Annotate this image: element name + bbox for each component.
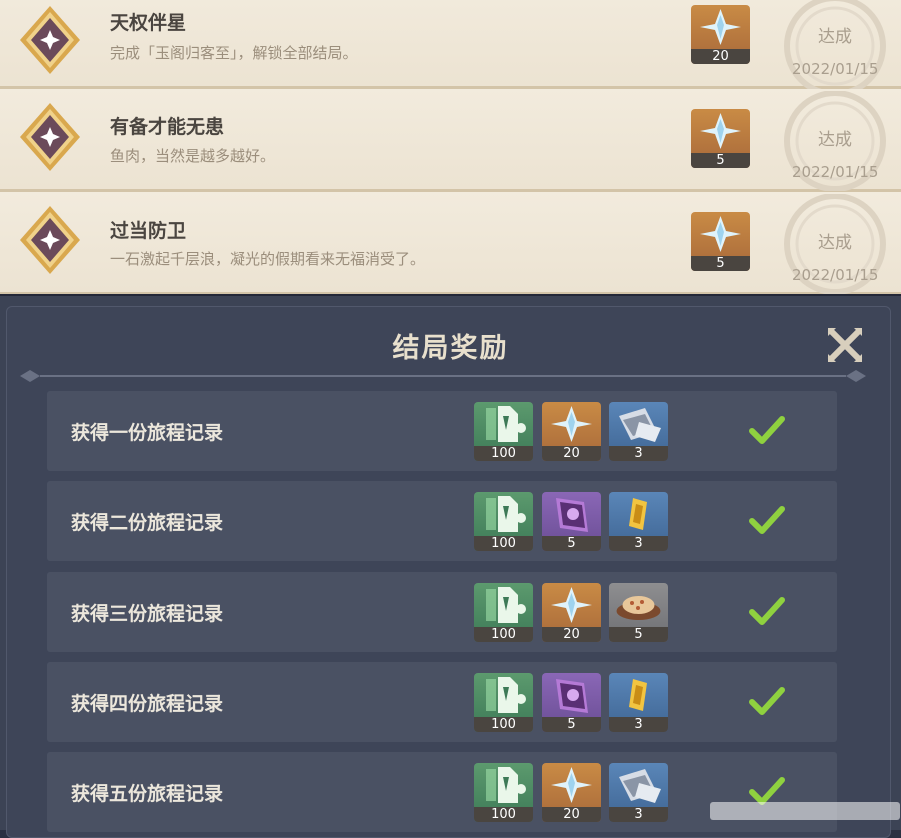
watermark-graphic xyxy=(710,802,900,820)
goal-label: 获得一份旅程记录 xyxy=(71,422,224,444)
goal-label: 获得二份旅程记录 xyxy=(71,512,224,534)
completed-stamp-icon xyxy=(784,0,886,96)
reward-goal-row: 获得一份旅程记录 100 20 3 xyxy=(47,391,837,471)
reward-count: 5 xyxy=(542,536,601,551)
achievement-row[interactable]: 过当防卫 一石激起千层浪，凝光的假期看来无福消受了。 5 达成 2022/01/… xyxy=(0,192,901,295)
reward-count: 20 xyxy=(542,446,601,461)
status-label: 达成 xyxy=(818,233,852,253)
reward-count: 20 xyxy=(542,627,601,642)
reward-goal-row: 获得三份旅程记录 100 20 5 xyxy=(47,572,837,652)
reward-count: 100 xyxy=(474,717,533,732)
close-icon[interactable] xyxy=(826,326,864,364)
checkmark-icon xyxy=(749,416,785,444)
reward-item[interactable]: 3 xyxy=(609,492,668,551)
primogem-icon xyxy=(700,113,741,149)
reward-item[interactable]: 100 xyxy=(474,673,533,732)
reward-count: 20 xyxy=(691,49,750,64)
reward-count: 3 xyxy=(609,717,668,732)
reward-count: 3 xyxy=(609,446,668,461)
checkmark-icon xyxy=(749,687,785,715)
reward-count: 3 xyxy=(609,536,668,551)
reward-item[interactable]: 100 xyxy=(474,492,533,551)
goal-label: 获得五份旅程记录 xyxy=(71,783,224,805)
achievement-title: 天权伴星 xyxy=(110,12,187,34)
achievement-list: 天权伴星 完成「玉阁归客至」，解锁全部结局。 20 达成 2022/01/15 … xyxy=(0,0,901,295)
reward-goal-row: 获得二份旅程记录 100 5 3 xyxy=(47,481,837,561)
reward-primogem: 5 xyxy=(691,212,750,271)
achievement-description: 鱼肉，当然是越多越好。 xyxy=(110,147,276,165)
reward-count: 100 xyxy=(474,627,533,642)
reward-item[interactable]: 5 xyxy=(609,583,668,642)
achievement-row[interactable]: 有备才能无患 鱼肉，当然是越多越好。 5 达成 2022/01/15 xyxy=(0,89,901,192)
reward-item[interactable]: 100 xyxy=(474,763,533,822)
checkmark-icon xyxy=(749,506,785,534)
goal-label: 获得四份旅程记录 xyxy=(71,693,224,715)
reward-primogem: 20 xyxy=(691,5,750,64)
reward-count: 3 xyxy=(609,807,668,822)
primogem-icon xyxy=(700,216,741,252)
reward-count: 5 xyxy=(691,256,750,271)
status-label: 达成 xyxy=(818,130,852,150)
achievement-title: 有备才能无患 xyxy=(110,116,225,138)
reward-primogem: 5 xyxy=(691,109,750,168)
achievement-row[interactable]: 天权伴星 完成「玉阁归客至」，解锁全部结局。 20 达成 2022/01/15 xyxy=(0,0,901,96)
reward-item[interactable]: 5 xyxy=(542,673,601,732)
reward-item[interactable]: 3 xyxy=(609,763,668,822)
achievement-description: 一石激起千层浪，凝光的假期看来无福消受了。 xyxy=(110,250,426,268)
reward-item[interactable]: 20 xyxy=(542,402,601,461)
reward-item[interactable]: 20 xyxy=(542,763,601,822)
achievement-badge-icon xyxy=(20,6,80,74)
primogem-icon xyxy=(700,9,741,45)
checkmark-icon xyxy=(749,597,785,625)
reward-item[interactable]: 5 xyxy=(542,492,601,551)
reward-count: 20 xyxy=(542,807,601,822)
completion-date: 2022/01/15 xyxy=(792,163,879,181)
reward-item[interactable]: 20 xyxy=(542,583,601,642)
reward-count: 100 xyxy=(474,446,533,461)
title-divider xyxy=(20,370,866,382)
achievement-badge-icon xyxy=(20,206,80,274)
reward-count: 100 xyxy=(474,536,533,551)
achievement-title: 过当防卫 xyxy=(110,220,187,242)
reward-count: 5 xyxy=(542,717,601,732)
reward-count: 5 xyxy=(691,153,750,168)
achievement-description: 完成「玉阁归客至」，解锁全部结局。 xyxy=(110,44,358,62)
reward-goal-row: 获得四份旅程记录 100 5 3 xyxy=(47,662,837,742)
reward-item[interactable]: 3 xyxy=(609,673,668,732)
reward-count: 5 xyxy=(609,627,668,642)
goal-label: 获得三份旅程记录 xyxy=(71,603,224,625)
achievement-badge-icon xyxy=(20,103,80,171)
reward-item[interactable]: 100 xyxy=(474,583,533,642)
reward-count: 100 xyxy=(474,807,533,822)
completion-date: 2022/01/15 xyxy=(792,60,879,78)
dialog-title: 结局奖励 xyxy=(392,333,509,364)
reward-item[interactable]: 3 xyxy=(609,402,668,461)
status-label: 达成 xyxy=(818,27,852,47)
completion-date: 2022/01/15 xyxy=(792,266,879,284)
reward-item[interactable]: 100 xyxy=(474,402,533,461)
